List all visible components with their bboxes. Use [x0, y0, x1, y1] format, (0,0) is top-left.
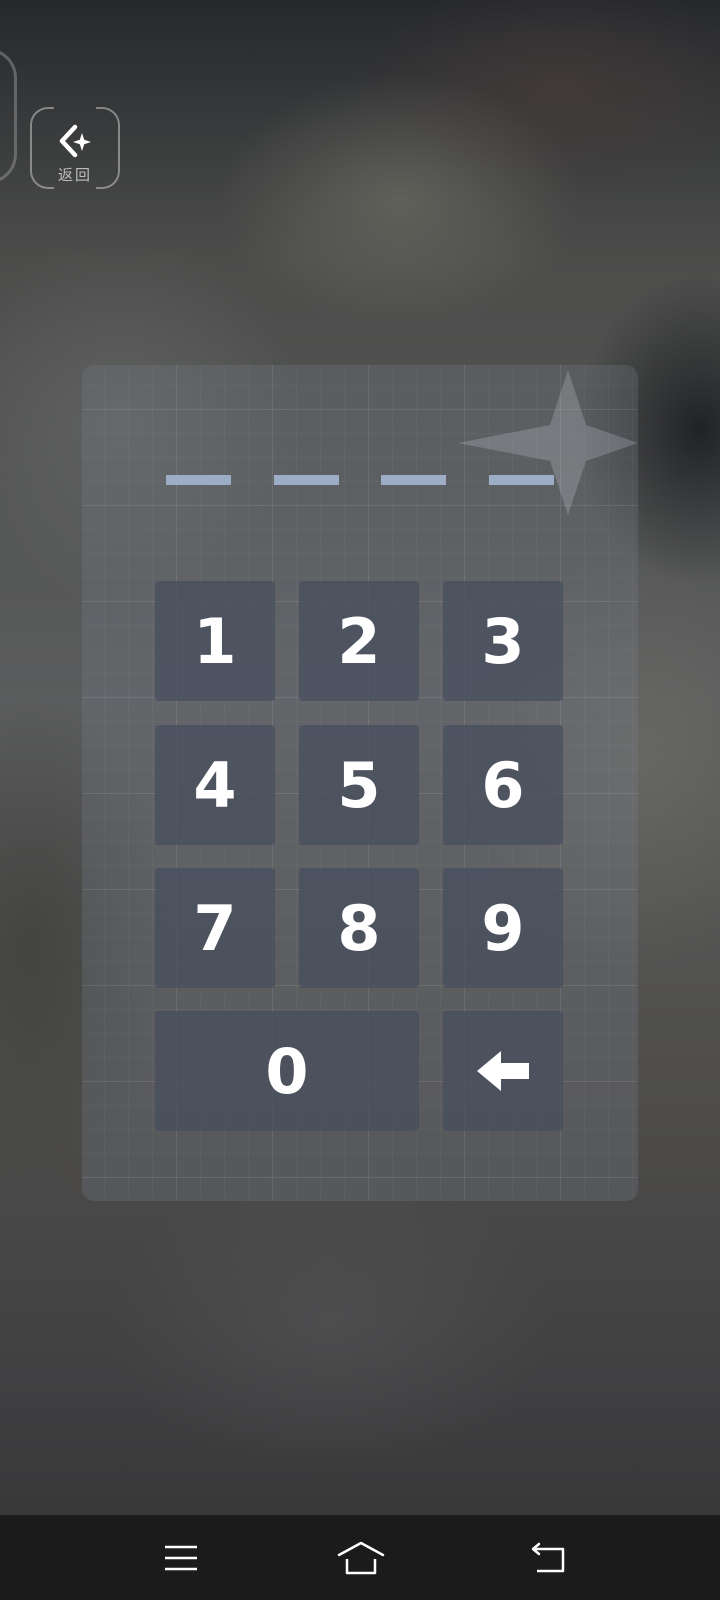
menu-button[interactable] — [153, 1533, 209, 1583]
back-nav-button[interactable] — [521, 1533, 577, 1583]
key-1[interactable]: 1 — [155, 581, 275, 701]
pin-keypad-panel: 1 2 3 4 5 6 7 8 9 0 — [82, 365, 638, 1201]
compass-star-emblem — [458, 370, 638, 515]
key-4[interactable]: 4 — [155, 725, 275, 845]
back-arrow-icon — [59, 124, 91, 158]
key-8[interactable]: 8 — [299, 868, 419, 988]
menu-icon — [165, 1545, 197, 1571]
back-label: 返回 — [57, 166, 92, 184]
pin-slot — [489, 475, 554, 485]
pin-slot — [381, 475, 446, 485]
home-button[interactable] — [333, 1533, 389, 1583]
screen: 返回 1 2 3 4 5 6 7 8 9 0 — [0, 0, 720, 1600]
left-arrow-icon — [477, 1051, 529, 1091]
pin-slot — [274, 475, 339, 485]
back-button[interactable]: 返回 — [30, 107, 120, 189]
key-5[interactable]: 5 — [299, 725, 419, 845]
key-2[interactable]: 2 — [299, 581, 419, 701]
key-7[interactable]: 7 — [155, 868, 275, 988]
key-0[interactable]: 0 — [155, 1011, 419, 1131]
key-6[interactable]: 6 — [443, 725, 563, 845]
key-3[interactable]: 3 — [443, 581, 563, 701]
backspace-key[interactable] — [443, 1011, 563, 1131]
side-ring-decoration — [0, 48, 17, 184]
system-navigation-bar — [0, 1515, 720, 1600]
home-icon — [337, 1541, 385, 1575]
pin-slot — [166, 475, 231, 485]
pin-slots — [166, 475, 556, 487]
back-icon — [531, 1542, 565, 1573]
key-9[interactable]: 9 — [443, 868, 563, 988]
